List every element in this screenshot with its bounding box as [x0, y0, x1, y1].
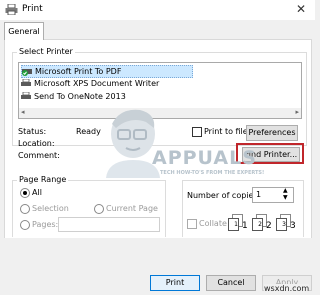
comment-label: Comment:	[18, 151, 60, 160]
preferences-button[interactable]: Preferences	[246, 125, 298, 141]
title-bar: Print ✕	[0, 0, 315, 20]
spin-down-icon[interactable]: ▼	[283, 195, 288, 201]
default-printer-icon	[22, 69, 32, 76]
window-title: Print	[22, 4, 43, 14]
tab-label: General	[8, 27, 40, 36]
all-label: All	[32, 188, 42, 197]
radio-pages[interactable]	[20, 220, 30, 230]
printer-icon	[21, 79, 31, 86]
printer-icon	[21, 92, 31, 99]
select-printer-label: Select Printer	[17, 47, 75, 56]
printer-name: Send To OneNote 2013	[34, 92, 126, 101]
printer-name: Microsoft Print To PDF	[35, 67, 122, 76]
page-range-label: Page Range	[17, 175, 69, 184]
printer-item-xps-writer[interactable]: Microsoft XPS Document Writer	[21, 78, 159, 89]
collate-checkbox[interactable]	[187, 219, 197, 229]
watermark-brand: APPUALS	[152, 147, 257, 169]
watermark-tagline: TECH HOW-TO'S FROM THE EXPERTS!	[160, 170, 265, 176]
collate-illustration: 1 2 3 1 2 3	[228, 214, 300, 238]
tab-general[interactable]: General	[4, 22, 44, 40]
printer-item-print-to-pdf[interactable]: Microsoft Print To PDF	[21, 65, 193, 78]
number-of-copies-label: Number of copies:	[187, 191, 261, 200]
pages-label: Pages:	[32, 220, 59, 229]
copies-value: 1	[256, 190, 262, 199]
print-to-file-checkbox[interactable]	[192, 127, 202, 137]
collate-page: 1	[242, 221, 248, 231]
collate-page: 2	[252, 218, 263, 231]
printer-name: Microsoft XPS Document Writer	[34, 79, 160, 88]
radio-current-page[interactable]	[94, 204, 104, 214]
collate-label: Collate	[199, 219, 227, 228]
radio-all[interactable]	[20, 188, 30, 198]
site-watermark: wsxdn.com	[264, 284, 310, 293]
collate-page: 1	[228, 218, 239, 231]
pages-input[interactable]	[58, 217, 160, 232]
printer-list[interactable]: Microsoft Print To PDF Microsoft XPS Doc…	[18, 62, 302, 110]
selection-label: Selection	[32, 204, 69, 213]
printer-item-onenote[interactable]: Send To OneNote 2013	[21, 91, 126, 102]
close-icon[interactable]: ✕	[296, 2, 306, 16]
printer-icon	[5, 4, 18, 15]
copies-stepper[interactable]: 1 ▲ ▼	[252, 187, 294, 203]
radio-selection[interactable]	[20, 204, 30, 214]
collate-page: 3	[276, 218, 287, 231]
current-page-label: Current Page	[106, 204, 158, 213]
status-value: Ready	[76, 127, 101, 136]
status-label: Status:	[18, 127, 47, 136]
location-label: Location:	[18, 139, 55, 148]
cancel-button[interactable]: Cancel	[206, 275, 256, 291]
collate-page: 2	[266, 221, 272, 231]
scroll-right-icon[interactable]: ▸	[295, 108, 299, 116]
collate-page: 3	[290, 221, 296, 231]
print-button[interactable]: Print	[150, 275, 200, 291]
scroll-left-icon[interactable]: ◂	[21, 108, 25, 116]
print-to-file-label: Print to file	[204, 127, 248, 136]
